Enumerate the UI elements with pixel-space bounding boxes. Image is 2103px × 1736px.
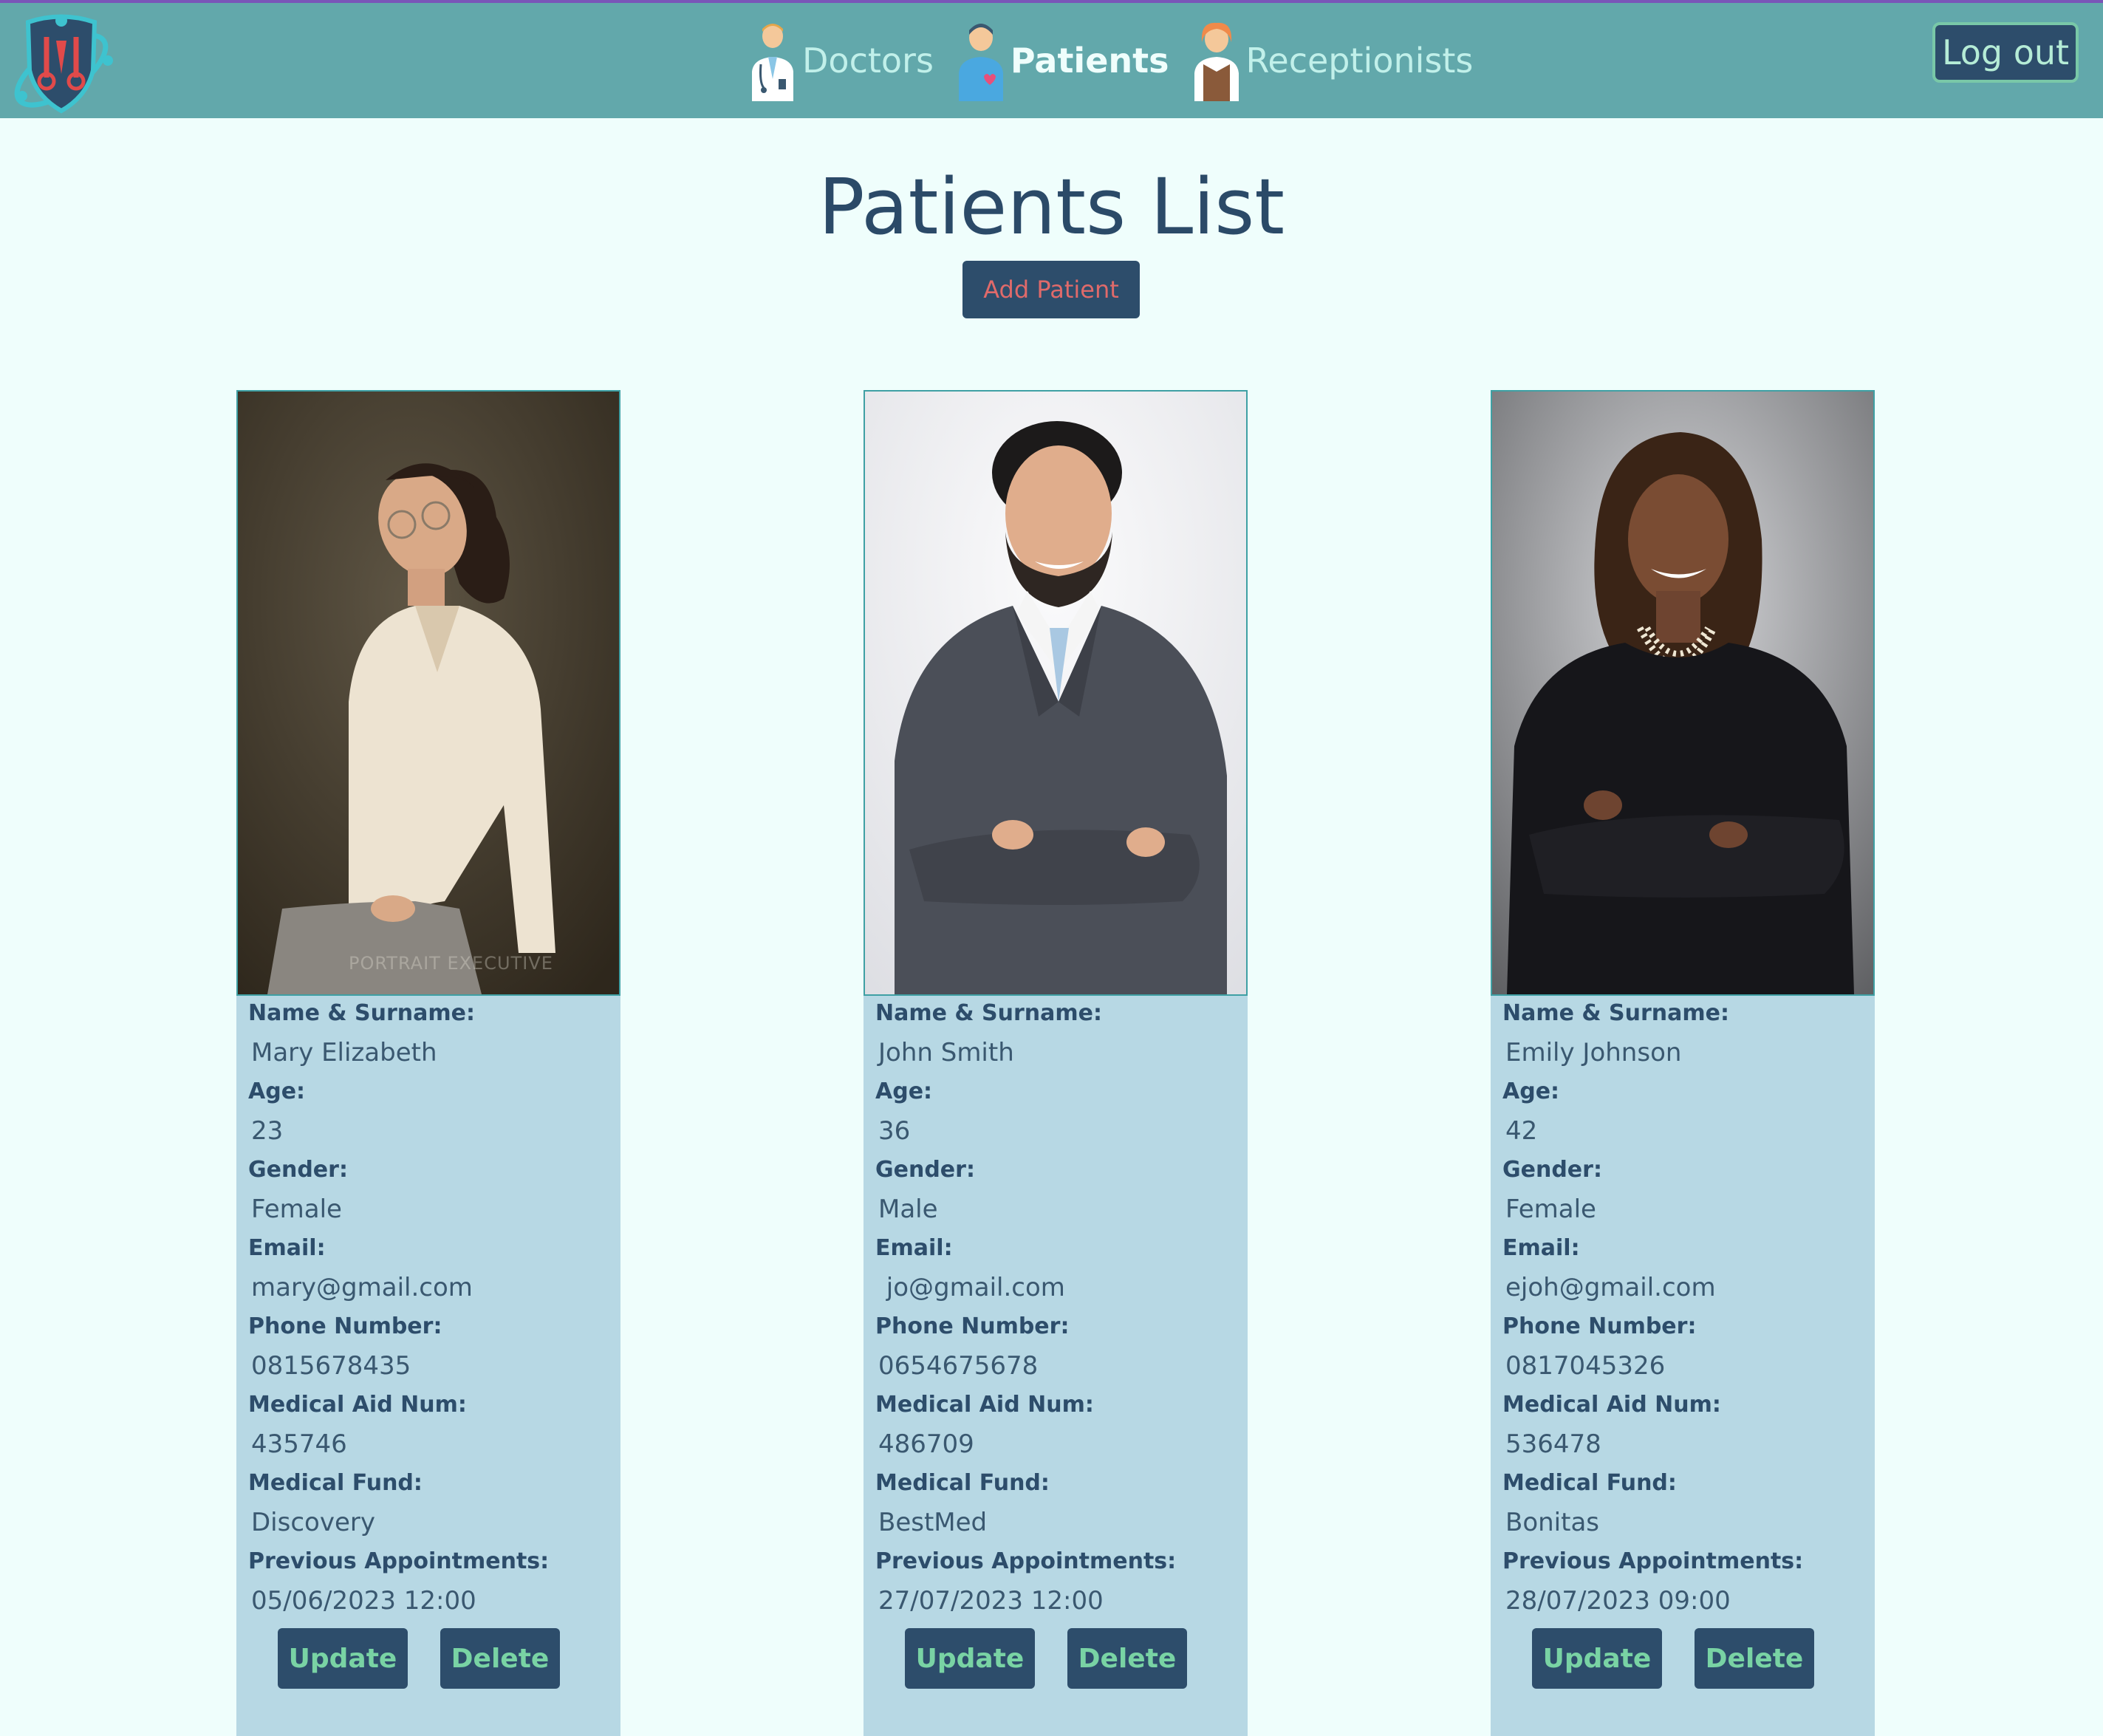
nav-patients-label: Patients xyxy=(1010,41,1169,81)
name-label: Name & Surname: xyxy=(248,1000,475,1026)
phone-value: 0815678435 xyxy=(251,1351,411,1381)
age-value: 23 xyxy=(251,1116,284,1146)
prev-appointments-value: 27/07/2023 12:00 xyxy=(878,1586,1104,1616)
prev-appointments-label: Previous Appointments: xyxy=(1502,1548,1804,1574)
card-actions: Update Delete xyxy=(1491,1628,1875,1689)
delete-button[interactable]: Delete xyxy=(1067,1628,1187,1689)
phone-label: Phone Number: xyxy=(875,1313,1070,1339)
name-label: Name & Surname: xyxy=(875,1000,1102,1026)
nav-receptionists[interactable]: Receptionists xyxy=(1190,20,1494,101)
email-value: mary@gmail.com xyxy=(251,1273,473,1302)
name-value: Emily Johnson xyxy=(1505,1038,1682,1067)
email-label: Email: xyxy=(248,1235,326,1261)
medical-aid-label: Medical Aid Num: xyxy=(248,1392,467,1418)
medical-aid-label: Medical Aid Num: xyxy=(875,1392,1094,1418)
email-value: jo@gmail.com xyxy=(878,1273,1065,1302)
nav-patients[interactable]: Patients xyxy=(954,20,1190,101)
name-label: Name & Surname: xyxy=(1502,1000,1729,1026)
add-patient-button[interactable]: Add Patient xyxy=(962,261,1140,318)
logout-button[interactable]: Log out xyxy=(1932,22,2079,83)
clinic-logo[interactable] xyxy=(6,7,117,118)
patient-details: Name & Surname: Emily Johnson Age: 42 Ge… xyxy=(1502,996,1872,1622)
medical-aid-value: 486709 xyxy=(878,1429,974,1459)
name-value: Mary Elizabeth xyxy=(251,1038,437,1067)
patient-card: Name & Surname: Emily Johnson Age: 42 Ge… xyxy=(1491,390,1875,1736)
gender-label: Gender: xyxy=(1502,1157,1602,1183)
medical-fund-value: Discovery xyxy=(251,1508,375,1537)
gender-label: Gender: xyxy=(248,1157,348,1183)
medical-fund-label: Medical Fund: xyxy=(248,1470,423,1496)
age-value: 42 xyxy=(1505,1116,1538,1146)
delete-button[interactable]: Delete xyxy=(440,1628,560,1689)
phone-label: Phone Number: xyxy=(1502,1313,1697,1339)
nav-receptionists-label: Receptionists xyxy=(1245,41,1474,81)
name-value: John Smith xyxy=(878,1038,1014,1067)
main-nav: Doctors Patients Receptionists xyxy=(746,16,1494,105)
age-value: 36 xyxy=(878,1116,911,1146)
email-label: Email: xyxy=(1502,1235,1580,1261)
age-label: Age: xyxy=(875,1079,933,1104)
age-label: Age: xyxy=(1502,1079,1560,1104)
patient-card: Name & Surname: John Smith Age: 36 Gende… xyxy=(864,390,1248,1736)
prev-appointments-value: 05/06/2023 12:00 xyxy=(251,1586,476,1616)
email-label: Email: xyxy=(875,1235,953,1261)
phone-value: 0654675678 xyxy=(878,1351,1039,1381)
patient-card: PORTRAIT EXECUTIVE Name & Surname: Mary … xyxy=(236,390,620,1736)
patient-details: Name & Surname: Mary Elizabeth Age: 23 G… xyxy=(248,996,618,1622)
patient-icon xyxy=(958,24,1003,101)
gender-label: Gender: xyxy=(875,1157,975,1183)
patient-details: Name & Surname: John Smith Age: 36 Gende… xyxy=(875,996,1245,1622)
gender-value: Male xyxy=(878,1195,938,1224)
age-label: Age: xyxy=(248,1079,306,1104)
photo-watermark: PORTRAIT EXECUTIVE xyxy=(349,953,553,974)
medical-fund-label: Medical Fund: xyxy=(1502,1470,1677,1496)
patient-photo: PORTRAIT EXECUTIVE xyxy=(236,390,620,996)
gender-value: Female xyxy=(251,1195,342,1224)
patient-photo xyxy=(864,390,1248,996)
medical-aid-value: 536478 xyxy=(1505,1429,1601,1459)
medical-aid-label: Medical Aid Num: xyxy=(1502,1392,1721,1418)
page-title: Patients List xyxy=(818,162,1285,252)
card-actions: Update Delete xyxy=(236,1628,620,1689)
medical-fund-value: Bonitas xyxy=(1505,1508,1600,1537)
receptionist-icon xyxy=(1194,22,1239,101)
medical-fund-label: Medical Fund: xyxy=(875,1470,1050,1496)
card-actions: Update Delete xyxy=(864,1628,1248,1689)
doctor-icon xyxy=(752,24,793,101)
phone-label: Phone Number: xyxy=(248,1313,442,1339)
top-nav-bar: Doctors Patients Receptionists Log out xyxy=(0,0,2103,118)
update-button[interactable]: Update xyxy=(1532,1628,1662,1689)
medical-fund-value: BestMed xyxy=(878,1508,988,1537)
nav-doctors[interactable]: Doctors xyxy=(746,20,954,101)
delete-button[interactable]: Delete xyxy=(1695,1628,1814,1689)
nav-doctors-label: Doctors xyxy=(802,41,934,81)
gender-value: Female xyxy=(1505,1195,1596,1224)
patient-photo xyxy=(1491,390,1875,996)
prev-appointments-value: 28/07/2023 09:00 xyxy=(1505,1586,1731,1616)
prev-appointments-label: Previous Appointments: xyxy=(248,1548,550,1574)
update-button[interactable]: Update xyxy=(278,1628,408,1689)
prev-appointments-label: Previous Appointments: xyxy=(875,1548,1177,1574)
medical-aid-value: 435746 xyxy=(251,1429,347,1459)
update-button[interactable]: Update xyxy=(905,1628,1035,1689)
email-value: ejoh@gmail.com xyxy=(1505,1273,1716,1302)
phone-value: 0817045326 xyxy=(1505,1351,1666,1381)
